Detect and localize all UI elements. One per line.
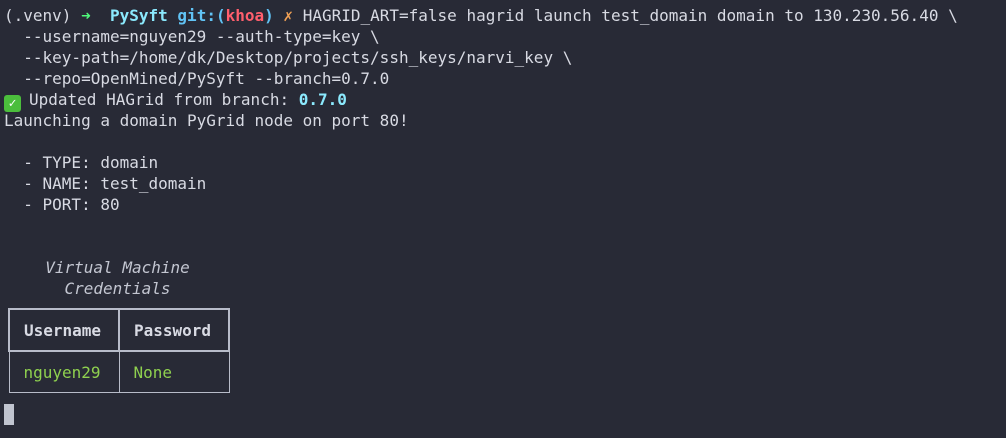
- git-suffix: ): [264, 6, 274, 25]
- venv-label: (.venv): [4, 6, 72, 25]
- username-header: Username: [8, 308, 120, 352]
- updated-text: Updated HAGrid from branch:: [29, 90, 299, 109]
- git-prefix: git:(: [177, 6, 226, 25]
- credentials-title-line1: Virtual Machine: [45, 258, 190, 277]
- launching-message: Launching a domain PyGrid node on port 8…: [4, 111, 409, 130]
- command-prompt-line: (.venv) ➜ PySyft git:(khoa) ✗ HAGRID_ART…: [4, 5, 1006, 26]
- command-continuation: --repo=OpenMined/PySyft --branch=0.7.0: [4, 69, 390, 88]
- terminal-window[interactable]: (.venv) ➜ PySyft git:(khoa) ✗ HAGRID_ART…: [0, 0, 1006, 438]
- detail-name: - NAME: test_domain: [4, 174, 207, 193]
- terminal-cursor: [4, 404, 14, 425]
- detail-port: - PORT: 80: [4, 195, 120, 214]
- credentials-title-line2: Credentials: [64, 279, 171, 298]
- updated-branch-version: 0.7.0: [298, 90, 347, 109]
- password-header: Password: [118, 308, 230, 352]
- credentials-table: Username Password nguyen29 None: [8, 308, 230, 393]
- git-dirty-icon: ✗: [283, 6, 294, 25]
- command-text: HAGRID_ART=false hagrid launch test_doma…: [302, 6, 958, 25]
- git-branch: khoa: [225, 6, 265, 25]
- detail-type: - TYPE: domain: [4, 153, 159, 172]
- current-directory: PySyft: [109, 6, 168, 25]
- table-header-row: Username Password: [8, 308, 230, 352]
- command-continuation: --key-path=/home/dk/Desktop/projects/ssh…: [4, 48, 573, 67]
- updated-message: ✓ Updated HAGrid from branch: 0.7.0: [4, 89, 1006, 112]
- username-value: nguyen29: [8, 350, 120, 393]
- command-continuation: --username=nguyen29 --auth-type=key \: [4, 27, 380, 46]
- prompt-arrow-icon: ➜: [81, 6, 91, 25]
- password-value: None: [118, 350, 230, 393]
- table-row: nguyen29 None: [8, 350, 230, 393]
